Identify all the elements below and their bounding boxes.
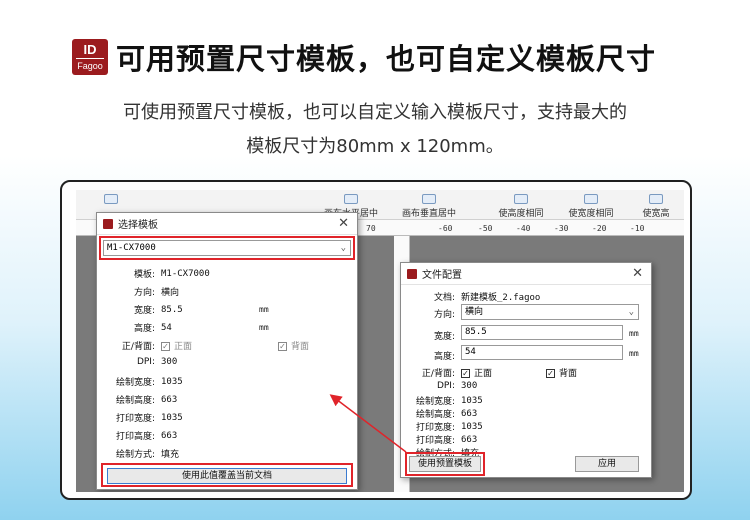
arrow-line <box>329 394 407 453</box>
app-window: 画布水平居中 画布垂直居中 使高度相同 使宽度相同 使宽高 70 -60 -50… <box>76 190 684 492</box>
arrow-annotation <box>329 394 407 453</box>
subtitle-line-1: 可使用预置尺寸模板，也可以自定义输入模板尺寸，支持最大的 <box>123 102 627 123</box>
page-title: 可用预置尺寸模板，也可自定义模板尺寸 <box>116 42 657 76</box>
page-subtitle: 可使用预置尺寸模板，也可以自定义输入模板尺寸，支持最大的 模板尺寸为80mm x… <box>0 96 750 164</box>
logo-top-text: ID <box>76 43 104 59</box>
fagoo-logo: ID Fagoo <box>72 39 108 75</box>
header: ID Fagoo 可用预置尺寸模板，也可自定义模板尺寸 <box>72 36 656 78</box>
subtitle-line-2: 模板尺寸为80mm x 120mm。 <box>246 136 504 157</box>
logo-bottom-text: Fagoo <box>77 61 103 71</box>
screenshot-frame: 画布水平居中 画布垂直居中 使高度相同 使宽度相同 使宽高 70 -60 -50… <box>60 180 692 500</box>
